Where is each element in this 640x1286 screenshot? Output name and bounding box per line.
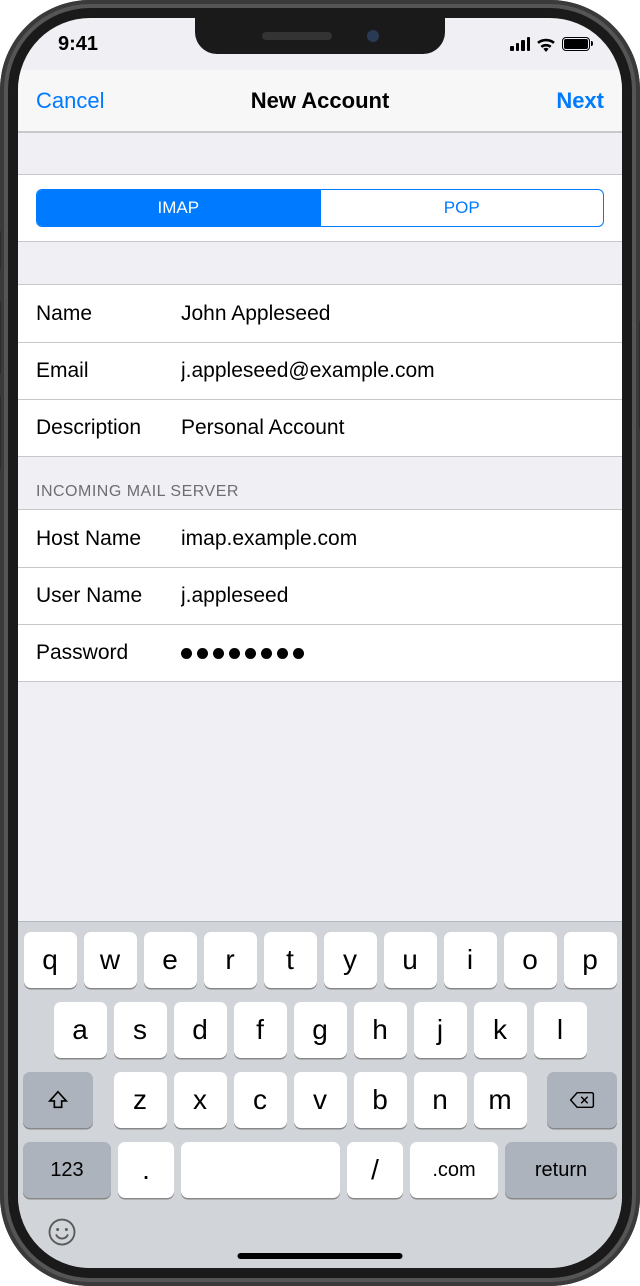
username-input[interactable] xyxy=(181,568,622,624)
key-b[interactable]: b xyxy=(354,1072,407,1128)
page-title: New Account xyxy=(251,88,390,114)
key-f[interactable]: f xyxy=(234,1002,287,1058)
name-input[interactable] xyxy=(181,285,622,342)
key-i[interactable]: i xyxy=(444,932,497,988)
username-label: User Name xyxy=(36,584,181,608)
cancel-button[interactable]: Cancel xyxy=(36,88,126,114)
battery-icon xyxy=(562,37,590,51)
key-q[interactable]: q xyxy=(24,932,77,988)
dotcom-key[interactable]: .com xyxy=(410,1142,498,1198)
nav-bar: Cancel New Account Next xyxy=(18,70,622,132)
key-z[interactable]: z xyxy=(114,1072,167,1128)
front-camera xyxy=(367,30,379,42)
screen: 9:41 Cancel New Account Next IMAP POP xyxy=(18,18,622,1268)
key-a[interactable]: a xyxy=(54,1002,107,1058)
key-r[interactable]: r xyxy=(204,932,257,988)
name-row: Name xyxy=(18,285,622,342)
key-n[interactable]: n xyxy=(414,1072,467,1128)
numeric-key[interactable]: 123 xyxy=(23,1142,111,1198)
mute-switch xyxy=(0,230,1,270)
description-input[interactable] xyxy=(181,400,622,456)
key-k[interactable]: k xyxy=(474,1002,527,1058)
space-key[interactable] xyxy=(181,1142,340,1198)
account-info-group: Name Email Description xyxy=(18,284,622,457)
description-row: Description xyxy=(18,399,622,456)
shift-icon xyxy=(47,1089,69,1111)
key-e[interactable]: e xyxy=(144,932,197,988)
volume-up-button xyxy=(0,300,1,375)
username-row: User Name xyxy=(18,567,622,624)
period-key[interactable]: . xyxy=(118,1142,174,1198)
key-t[interactable]: t xyxy=(264,932,317,988)
key-o[interactable]: o xyxy=(504,932,557,988)
speaker xyxy=(262,32,332,40)
hostname-row: Host Name xyxy=(18,510,622,567)
wifi-icon xyxy=(536,37,556,52)
key-y[interactable]: y xyxy=(324,932,377,988)
key-l[interactable]: l xyxy=(534,1002,587,1058)
clock: 9:41 xyxy=(58,33,98,56)
cell-signal-icon xyxy=(510,37,530,51)
key-j[interactable]: j xyxy=(414,1002,467,1058)
key-u[interactable]: u xyxy=(384,932,437,988)
home-indicator[interactable] xyxy=(238,1253,403,1259)
key-x[interactable]: x xyxy=(174,1072,227,1128)
key-p[interactable]: p xyxy=(564,932,617,988)
backspace-key[interactable] xyxy=(547,1072,617,1128)
phone-frame: 9:41 Cancel New Account Next IMAP POP xyxy=(0,0,640,1286)
key-g[interactable]: g xyxy=(294,1002,347,1058)
password-input[interactable] xyxy=(181,648,304,659)
hostname-input[interactable] xyxy=(181,510,622,567)
key-v[interactable]: v xyxy=(294,1072,347,1128)
emoji-key[interactable] xyxy=(47,1217,77,1255)
protocol-segmented-control: IMAP POP xyxy=(36,189,604,227)
return-key[interactable]: return xyxy=(505,1142,617,1198)
shift-key[interactable] xyxy=(23,1072,93,1128)
email-row: Email xyxy=(18,342,622,399)
notch xyxy=(195,18,445,54)
password-label: Password xyxy=(36,641,181,665)
password-row: Password xyxy=(18,624,622,681)
next-button[interactable]: Next xyxy=(514,88,604,114)
key-d[interactable]: d xyxy=(174,1002,227,1058)
key-h[interactable]: h xyxy=(354,1002,407,1058)
hostname-label: Host Name xyxy=(36,527,181,551)
email-label: Email xyxy=(36,359,181,383)
emoji-icon xyxy=(47,1217,77,1247)
keyboard: qwertyuiop asdfghjkl zxcvbnm 123 . / .co… xyxy=(18,921,622,1268)
slash-key[interactable]: / xyxy=(347,1142,403,1198)
segment-pop[interactable]: POP xyxy=(320,190,604,226)
key-c[interactable]: c xyxy=(234,1072,287,1128)
description-label: Description xyxy=(36,416,181,440)
email-input[interactable] xyxy=(181,343,622,399)
key-w[interactable]: w xyxy=(84,932,137,988)
name-label: Name xyxy=(36,302,181,326)
segment-imap[interactable]: IMAP xyxy=(37,190,320,226)
backspace-icon xyxy=(569,1090,595,1110)
volume-down-button xyxy=(0,395,1,470)
incoming-server-header: INCOMING MAIL SERVER xyxy=(18,457,622,509)
key-s[interactable]: s xyxy=(114,1002,167,1058)
key-m[interactable]: m xyxy=(474,1072,527,1128)
incoming-server-group: Host Name User Name Password xyxy=(18,509,622,682)
